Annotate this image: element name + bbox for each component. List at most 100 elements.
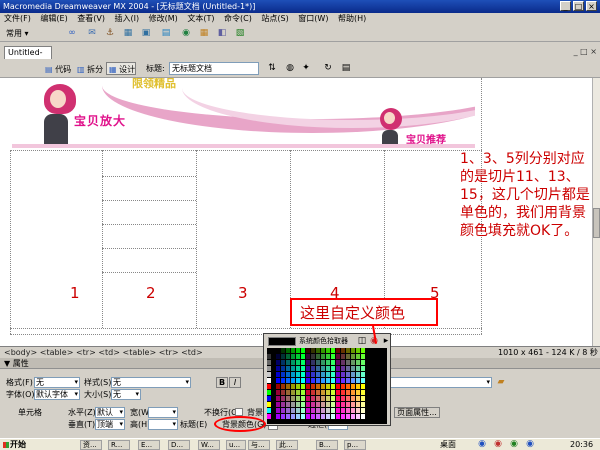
color-swatch[interactable] [276,354,280,359]
color-swatch[interactable] [361,414,365,419]
color-swatch[interactable] [301,372,305,377]
email-link-icon[interactable]: ✉ [86,28,98,39]
color-swatch[interactable] [267,396,271,401]
color-swatch[interactable] [336,348,340,353]
color-swatch[interactable] [346,384,350,389]
color-swatch[interactable] [331,366,335,371]
color-swatch[interactable] [331,414,335,419]
color-swatch[interactable] [351,378,355,383]
color-swatch[interactable] [301,360,305,365]
size-select[interactable]: 无 [111,389,141,400]
color-swatch[interactable] [341,372,345,377]
color-swatch[interactable] [351,396,355,401]
taskbar-item[interactable]: W... [198,440,220,450]
color-swatch[interactable] [311,372,315,377]
color-swatch[interactable] [311,354,315,359]
minimize-button[interactable]: _ [560,1,571,11]
color-swatch[interactable] [311,384,315,389]
color-swatch[interactable] [291,384,295,389]
color-swatch[interactable] [331,396,335,401]
color-swatch[interactable] [267,366,271,371]
color-swatch[interactable] [361,366,365,371]
color-swatch[interactable] [356,390,360,395]
color-swatch[interactable] [281,348,285,353]
color-swatch[interactable] [296,354,300,359]
color-swatch[interactable] [356,354,360,359]
color-swatch[interactable] [321,390,325,395]
color-swatch[interactable] [311,396,315,401]
color-swatch[interactable] [361,408,365,413]
color-swatch[interactable] [321,366,325,371]
color-swatch[interactable] [291,378,295,383]
italic-button[interactable]: I [229,377,241,388]
page-properties-button[interactable]: 页面属性... [394,407,440,418]
color-swatch[interactable] [276,378,280,383]
color-swatch[interactable] [281,414,285,419]
color-swatch[interactable] [356,360,360,365]
color-swatch[interactable] [267,354,271,359]
color-swatch[interactable] [351,360,355,365]
file-management-icon[interactable]: ⇅ [266,63,278,74]
taskbar-item[interactable]: 与... [248,440,270,450]
date-icon[interactable]: ▦ [198,28,210,39]
color-swatch[interactable] [291,354,295,359]
color-swatch[interactable] [326,372,330,377]
color-swatch[interactable] [321,354,325,359]
color-swatch[interactable] [346,366,350,371]
color-swatch[interactable] [286,348,290,353]
color-swatch[interactable] [346,408,350,413]
color-swatch[interactable] [276,348,280,353]
color-swatch[interactable] [316,390,320,395]
color-swatch[interactable] [306,354,310,359]
color-swatch[interactable] [286,354,290,359]
split-view-button[interactable]: ▥ 拆分 [74,62,104,75]
color-swatch[interactable] [276,408,280,413]
color-swatch[interactable] [326,354,330,359]
color-swatch[interactable] [316,378,320,383]
color-swatch[interactable] [356,348,360,353]
color-swatch[interactable] [346,402,350,407]
color-swatch[interactable] [361,402,365,407]
color-swatch[interactable] [351,390,355,395]
refresh-icon[interactable]: ↻ [322,63,334,74]
comment-icon[interactable]: ◧ [216,28,228,39]
color-swatch[interactable] [336,390,340,395]
color-swatch[interactable] [326,360,330,365]
tray-desktop-label[interactable]: 桌面 [440,440,456,450]
color-swatch[interactable] [276,414,280,419]
color-swatch[interactable] [361,354,365,359]
code-view-button[interactable]: ▤ 代码 [42,62,72,75]
color-swatch[interactable] [336,354,340,359]
maximize-button[interactable]: □ [573,1,584,11]
close-button[interactable]: × [586,1,597,11]
color-swatch[interactable] [346,348,350,353]
color-swatch[interactable] [321,408,325,413]
color-swatch[interactable] [361,378,365,383]
hyperlink-icon[interactable]: ∞ [66,28,78,39]
color-swatch[interactable] [301,348,305,353]
color-swatch[interactable] [351,402,355,407]
view-options-icon[interactable]: ▤ [340,63,352,74]
color-swatch[interactable] [331,402,335,407]
taskbar-item[interactable]: u... [226,440,246,450]
color-swatch[interactable] [267,408,271,413]
color-swatch[interactable] [306,366,310,371]
color-swatch[interactable] [331,390,335,395]
color-swatch[interactable] [336,402,340,407]
color-swatch[interactable] [361,384,365,389]
color-swatch[interactable] [281,354,285,359]
picker-menu-arrow-icon[interactable]: ▸ [380,336,392,347]
color-swatch[interactable] [296,414,300,419]
color-swatch[interactable] [301,390,305,395]
color-swatch[interactable] [296,384,300,389]
antivirus-icon[interactable]: ◉ [492,439,504,450]
color-swatch[interactable] [326,414,330,419]
color-swatch[interactable] [311,360,315,365]
color-swatch[interactable] [311,348,315,353]
color-swatch[interactable] [306,384,310,389]
color-swatch[interactable] [316,414,320,419]
preview-browser-icon[interactable]: ◍ [284,63,296,74]
tag-selector[interactable]: <body> <table> <tr> <td> <table> <tr> <t… [4,348,203,358]
menu-commands[interactable]: 命令(C) [224,14,252,23]
color-swatch[interactable] [286,396,290,401]
